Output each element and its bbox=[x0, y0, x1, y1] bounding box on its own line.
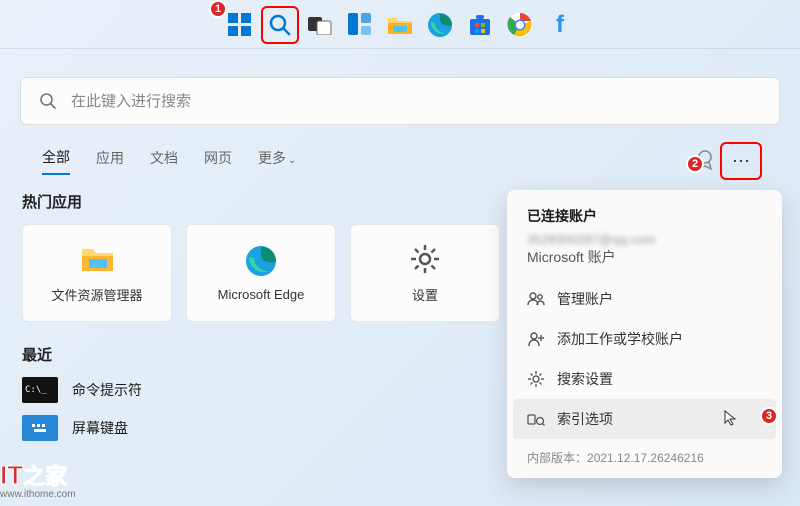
cursor-icon bbox=[724, 410, 738, 429]
chevron-down-icon: ⌄ bbox=[288, 155, 296, 166]
people-icon bbox=[527, 290, 545, 308]
menu-manage-account[interactable]: 管理账户 bbox=[507, 279, 782, 319]
search-box[interactable] bbox=[20, 77, 780, 125]
menu-add-account[interactable]: 添加工作或学校账户 bbox=[507, 319, 782, 359]
app-label: 文件资源管理器 bbox=[51, 285, 142, 304]
search-input[interactable] bbox=[71, 93, 761, 110]
windows-icon bbox=[228, 13, 252, 37]
tab-web[interactable]: 网页 bbox=[204, 148, 232, 174]
tab-more[interactable]: 更多⌄ bbox=[258, 148, 296, 174]
f-app-icon[interactable]: f bbox=[545, 10, 575, 40]
tab-apps[interactable]: 应用 bbox=[96, 148, 124, 174]
account-menu-popup: 已连接账户 3528300287@qq.com Microsoft 账户 管理账… bbox=[507, 190, 782, 478]
edge-icon bbox=[427, 12, 453, 38]
msstore-icon bbox=[468, 13, 492, 37]
start-icon[interactable]: 1 bbox=[225, 10, 255, 40]
menu-item-label: 索引选项 bbox=[557, 409, 613, 429]
watermark: IT之家 www.ithome.com bbox=[0, 459, 76, 500]
chrome-icon-svg bbox=[507, 12, 533, 38]
index-icon bbox=[527, 410, 545, 428]
widgets-icon[interactable] bbox=[345, 10, 375, 40]
edge-taskbar-icon[interactable] bbox=[425, 10, 455, 40]
app-card-settings[interactable]: 设置 bbox=[350, 224, 500, 322]
menu-email: 3528300287@qq.com bbox=[507, 232, 782, 247]
store-icon[interactable] bbox=[465, 10, 495, 40]
menu-header: 已连接账户 bbox=[507, 204, 782, 232]
annotation-badge-2: 2 bbox=[686, 155, 704, 173]
tab-docs[interactable]: 文档 bbox=[150, 148, 178, 174]
gear-icon bbox=[409, 243, 441, 275]
chrome-icon[interactable] bbox=[505, 10, 535, 40]
filter-tabs: 全部 应用 文档 网页 更多⌄ 2 ⋯ bbox=[20, 145, 780, 177]
tab-all[interactable]: 全部 bbox=[42, 147, 70, 175]
annotation-badge-3: 3 bbox=[760, 407, 778, 425]
search-icon bbox=[39, 92, 57, 110]
explorer-taskbar-icon[interactable] bbox=[385, 10, 415, 40]
taskview-icon bbox=[308, 15, 332, 35]
annotation-badge-1: 1 bbox=[209, 0, 227, 18]
recent-label: 屏幕键盘 bbox=[72, 418, 128, 438]
taskbar: 1 f bbox=[0, 0, 800, 44]
folder-icon bbox=[387, 14, 413, 36]
task-view-icon[interactable] bbox=[305, 10, 335, 40]
keyboard-icon bbox=[22, 415, 58, 441]
folder-icon bbox=[81, 243, 113, 275]
app-card-explorer[interactable]: 文件资源管理器 bbox=[22, 224, 172, 322]
ellipsis-icon: ⋯ bbox=[732, 151, 750, 172]
recent-label: 命令提示符 bbox=[72, 380, 142, 400]
search-taskbar-icon[interactable] bbox=[265, 10, 295, 40]
menu-item-label: 搜索设置 bbox=[557, 369, 613, 389]
app-card-edge[interactable]: Microsoft Edge bbox=[186, 224, 336, 322]
app-label: Microsoft Edge bbox=[218, 287, 305, 302]
more-options-button[interactable]: ⋯ bbox=[724, 146, 758, 176]
menu-index-options[interactable]: 索引选项 3 bbox=[513, 399, 776, 439]
menu-search-settings[interactable]: 搜索设置 bbox=[507, 359, 782, 399]
menu-version: 内部版本：2021.12.17.26246216 bbox=[507, 439, 782, 468]
search-icon bbox=[267, 12, 293, 38]
add-person-icon bbox=[527, 330, 545, 348]
menu-item-label: 管理账户 bbox=[557, 289, 613, 309]
edge-icon bbox=[245, 245, 277, 277]
app-label: 设置 bbox=[412, 285, 438, 304]
gear-icon bbox=[527, 370, 545, 388]
terminal-icon: C:\_ bbox=[22, 377, 58, 403]
rewards-icon[interactable]: 2 bbox=[694, 149, 716, 174]
letter-f-icon: f bbox=[556, 11, 564, 39]
widget-icon bbox=[348, 13, 372, 37]
menu-item-label: 添加工作或学校账户 bbox=[557, 329, 683, 349]
menu-account-type: Microsoft 账户 bbox=[507, 247, 782, 279]
